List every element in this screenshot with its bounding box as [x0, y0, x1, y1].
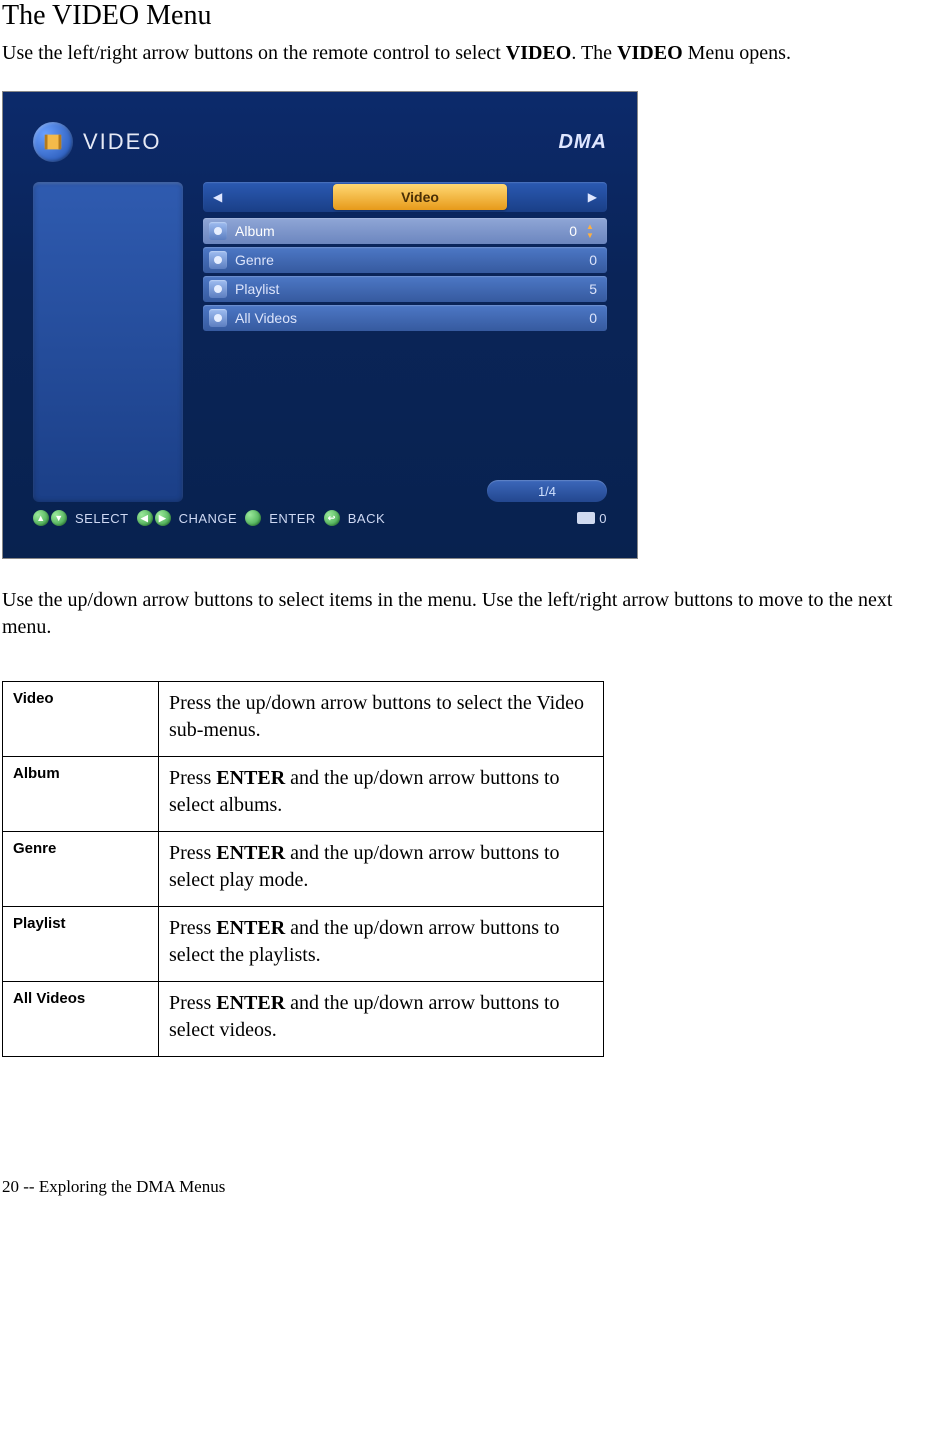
term-genre: Genre: [3, 832, 159, 907]
intro-bold-2: VIDEO: [617, 42, 683, 64]
menu-item-all-videos[interactable]: All Videos 0: [203, 305, 607, 331]
term-playlist: Playlist: [3, 907, 159, 982]
menu-item-genre[interactable]: Genre 0: [203, 247, 607, 273]
side-panel: [33, 182, 183, 502]
instructions-paragraph: Use the up/down arrow buttons to select …: [2, 587, 936, 641]
menu-item-value: 0: [555, 223, 577, 239]
hint-back-label: BACK: [348, 511, 385, 526]
arrow-left-hint-icon: ◀: [137, 510, 153, 526]
term-video: Video: [3, 682, 159, 757]
definitions-table: Video Press the up/down arrow buttons to…: [2, 681, 604, 1057]
tab-video[interactable]: Video: [333, 184, 507, 210]
video-menu-screenshot: VIDEO DMA ◀ Video ▶ Album 0: [2, 91, 638, 559]
table-row: Genre Press ENTER and the up/down arrow …: [3, 832, 604, 907]
table-row: Playlist Press ENTER and the up/down arr…: [3, 907, 604, 982]
table-row: Video Press the up/down arrow buttons to…: [3, 682, 604, 757]
video-badge: VIDEO: [33, 122, 161, 162]
menu-rows: Album 0 ▲▼ Genre 0 Playlist 5: [203, 218, 607, 331]
category-tabbar[interactable]: ◀ Video ▶: [203, 182, 607, 212]
table-row: All Videos Press ENTER and the up/down a…: [3, 982, 604, 1057]
intro-paragraph: Use the left/right arrow buttons on the …: [2, 40, 936, 67]
album-icon: [209, 222, 227, 240]
menu-item-playlist[interactable]: Playlist 5: [203, 276, 607, 302]
updown-indicator-icon: ▲▼: [583, 223, 597, 240]
card-count-value: 0: [599, 511, 607, 526]
arrow-right-hint-icon: ▶: [155, 510, 171, 526]
card-count: 0: [577, 511, 607, 526]
back-hint-icon: ↩: [324, 510, 340, 526]
menu-item-album[interactable]: Album 0 ▲▼: [203, 218, 607, 244]
term-album: Album: [3, 757, 159, 832]
intro-text-pre: Use the left/right arrow buttons on the …: [2, 42, 506, 64]
video-badge-text: VIDEO: [83, 129, 161, 155]
desc-video: Press the up/down arrow buttons to selec…: [159, 682, 604, 757]
hint-enter-label: ENTER: [269, 511, 316, 526]
section-title: The VIDEO Menu: [2, 0, 936, 32]
page-footer: 20 -- Exploring the DMA Menus: [2, 1177, 936, 1197]
intro-text-post: Menu opens.: [683, 42, 791, 64]
position-indicator: 1/4: [487, 480, 607, 502]
menu-panel: ◀ Video ▶ Album 0 ▲▼ Genre: [203, 182, 607, 502]
tab-arrow-left-icon[interactable]: ◀: [213, 190, 222, 204]
desc-genre: Press ENTER and the up/down arrow button…: [159, 832, 604, 907]
arrow-up-hint-icon: ▲: [33, 510, 49, 526]
menu-item-value: 5: [575, 281, 597, 297]
arrow-down-hint-icon: ▼: [51, 510, 67, 526]
genre-icon: [209, 251, 227, 269]
tab-video-label: Video: [401, 189, 439, 205]
screenshot-header: VIDEO DMA: [33, 120, 607, 164]
desc-album: Press ENTER and the up/down arrow button…: [159, 757, 604, 832]
desc-all-videos: Press ENTER and the up/down arrow button…: [159, 982, 604, 1057]
hint-select-label: SELECT: [75, 511, 129, 526]
menu-item-label: All Videos: [235, 310, 575, 326]
playlist-icon: [209, 280, 227, 298]
enter-hint-icon: [245, 510, 261, 526]
menu-item-label: Album: [235, 223, 555, 239]
all-videos-icon: [209, 309, 227, 327]
term-all-videos: All Videos: [3, 982, 159, 1057]
menu-item-value: 0: [575, 252, 597, 268]
menu-item-label: Genre: [235, 252, 575, 268]
tab-arrow-right-icon[interactable]: ▶: [588, 190, 597, 204]
desc-playlist: Press ENTER and the up/down arrow button…: [159, 907, 604, 982]
brand-logo: DMA: [558, 131, 607, 154]
menu-item-label: Playlist: [235, 281, 575, 297]
hint-change-label: CHANGE: [179, 511, 238, 526]
menu-item-value: 0: [575, 310, 597, 326]
table-row: Album Press ENTER and the up/down arrow …: [3, 757, 604, 832]
film-icon: [33, 122, 73, 162]
hint-bar: ▲ ▼ SELECT ◀ ▶ CHANGE ENTER ↩ BACK 0: [33, 510, 607, 526]
intro-bold-1: VIDEO: [506, 42, 572, 64]
intro-text-mid: . The: [571, 42, 617, 64]
